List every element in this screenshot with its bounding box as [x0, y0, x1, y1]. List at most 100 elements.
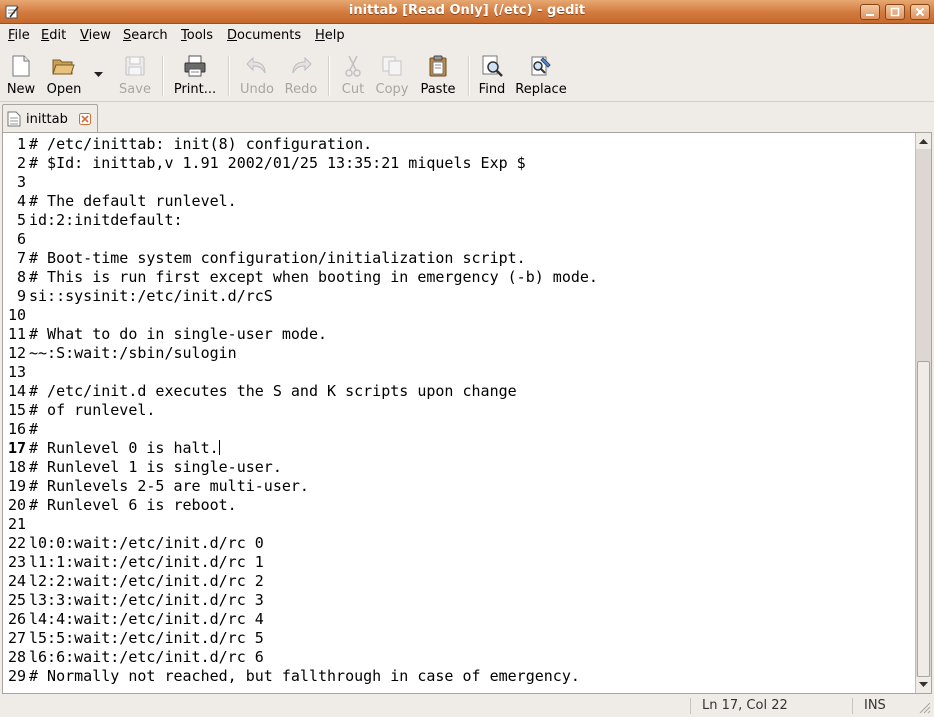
resize-grip-icon[interactable] — [918, 701, 931, 714]
code-line[interactable]: # The default runlevel. — [29, 192, 237, 211]
toolbar-separator — [162, 56, 164, 96]
maximize-button[interactable] — [885, 4, 905, 20]
find-button[interactable]: Find — [474, 52, 510, 100]
code-line[interactable]: # This is run first except when booting … — [29, 268, 598, 287]
code-line[interactable]: # $Id: inittab,v 1.91 2002/01/25 13:35:2… — [29, 154, 526, 173]
cut-label: Cut — [341, 82, 365, 97]
undo-button[interactable]: Undo — [236, 52, 278, 100]
text-cursor — [218, 440, 220, 455]
cut-button[interactable]: Cut — [336, 52, 370, 100]
save-label: Save — [119, 82, 151, 97]
redo-button[interactable]: Redo — [280, 52, 322, 100]
open-button[interactable]: Open — [42, 52, 86, 100]
line-number: 9 — [16, 287, 26, 305]
code-line[interactable]: l4:4:wait:/etc/init.d/rc 4 — [29, 610, 264, 629]
code-line[interactable]: l3:3:wait:/etc/init.d/rc 3 — [29, 591, 264, 610]
print-label: Print... — [173, 82, 217, 97]
scroll-down-button[interactable] — [916, 677, 931, 693]
code-line[interactable]: # Runlevel 0 is halt. — [29, 439, 220, 458]
line-number: 26 — [7, 610, 26, 628]
vertical-scrollbar[interactable] — [915, 133, 931, 693]
paste-button[interactable]: Paste — [416, 52, 460, 100]
line-number: 17 — [7, 439, 26, 457]
code-line[interactable]: ~~:S:wait:/sbin/sulogin — [29, 344, 237, 363]
copy-button[interactable]: Copy — [372, 52, 412, 100]
close-tab-button[interactable] — [79, 113, 91, 125]
code-line[interactable]: l2:2:wait:/etc/init.d/rc 2 — [29, 572, 264, 591]
insert-mode: INS — [864, 698, 886, 713]
code-line[interactable]: # Runlevels 2-5 are multi-user. — [29, 477, 309, 496]
menu-documents[interactable]: Documents — [227, 28, 301, 43]
code-line[interactable]: si::sysinit:/etc/init.d/rcS — [29, 287, 273, 306]
minimize-button[interactable] — [860, 4, 880, 20]
toolbar-separator — [468, 56, 470, 96]
line-number: 2 — [16, 154, 26, 172]
code-line[interactable]: l6:6:wait:/etc/init.d/rc 6 — [29, 648, 264, 667]
menu-search[interactable]: Search — [123, 28, 168, 43]
line-number: 6 — [16, 230, 26, 248]
dropdown-arrow-icon — [94, 72, 103, 77]
menu-file[interactable]: File — [8, 28, 30, 43]
code-line[interactable]: # Boot-time system configuration/initial… — [29, 249, 526, 268]
toolbar-separator — [228, 56, 230, 96]
menu-view[interactable]: View — [80, 28, 111, 43]
status-bar: Ln 17, Col 22 INS — [0, 694, 934, 717]
code-line[interactable]: # of runlevel. — [29, 401, 155, 420]
code-line[interactable]: l5:5:wait:/etc/init.d/rc 5 — [29, 629, 264, 648]
line-number: 25 — [7, 591, 26, 609]
line-number: 19 — [7, 477, 26, 495]
close-window-button[interactable] — [910, 4, 930, 20]
open-label: Open — [46, 82, 82, 97]
line-number: 28 — [7, 648, 26, 666]
scroll-up-button[interactable] — [916, 133, 931, 149]
code-line[interactable]: # /etc/init.d executes the S and K scrip… — [29, 382, 517, 401]
copy-icon — [382, 56, 402, 76]
code-line[interactable]: l0:0:wait:/etc/init.d/rc 0 — [29, 534, 264, 553]
line-number: 11 — [7, 325, 26, 343]
line-number: 7 — [16, 249, 26, 267]
menu-help[interactable]: Help — [315, 28, 345, 43]
gedit-window: inittab [Read Only] (/etc) - gedit File … — [0, 0, 934, 717]
menu-edit[interactable]: Edit — [41, 28, 66, 43]
line-number: 22 — [7, 534, 26, 552]
line-number: 20 — [7, 496, 26, 514]
line-number: 12 — [7, 344, 26, 362]
code-line[interactable]: id:2:initdefault: — [29, 211, 183, 230]
save-button[interactable]: Save — [115, 52, 155, 100]
editor-view[interactable]: 1 2 3 4 5 6 7 8 9 10 11 12 13 14 15 16 17 18 19 20 21 22 23 24 2… — [2, 132, 932, 694]
maximize-icon — [890, 7, 900, 17]
status-separator — [852, 698, 853, 714]
print-button[interactable]: Print... — [169, 52, 221, 100]
line-number: 4 — [16, 192, 26, 210]
new-label: New — [6, 82, 36, 97]
replace-button[interactable]: Replace — [514, 52, 568, 100]
line-number: 8 — [16, 268, 26, 286]
redo-label: Redo — [284, 82, 318, 97]
find-label: Find — [478, 82, 506, 97]
code-line[interactable]: # — [29, 420, 38, 439]
paste-label: Paste — [420, 82, 456, 97]
toolbar-separator — [328, 56, 330, 96]
code-line[interactable]: l1:1:wait:/etc/init.d/rc 1 — [29, 553, 264, 572]
code-line[interactable]: # What to do in single-user mode. — [29, 325, 327, 344]
undo-label: Undo — [240, 82, 274, 97]
line-number: 27 — [7, 629, 26, 647]
copy-label: Copy — [375, 82, 409, 97]
code-line[interactable]: # /etc/inittab: init(8) configuration. — [29, 135, 372, 154]
code-line[interactable]: # Normally not reached, but fallthrough … — [29, 667, 580, 686]
arrow-down-icon — [919, 682, 928, 687]
new-button[interactable]: New — [2, 52, 40, 100]
replace-label: Replace — [515, 82, 567, 97]
line-number: 23 — [7, 553, 26, 571]
code-line[interactable]: # Runlevel 1 is single-user. — [29, 458, 282, 477]
open-recent-dropdown[interactable] — [90, 52, 106, 100]
code-line[interactable]: # Runlevel 6 is reboot. — [29, 496, 237, 515]
window-title: inittab [Read Only] (/etc) - gedit — [348, 3, 586, 18]
tab-inittab[interactable]: inittab — [2, 104, 98, 132]
line-number: 5 — [16, 211, 26, 229]
text-area[interactable]: # /etc/inittab: init(8) configuration. # … — [29, 133, 917, 693]
scrollbar-thumb[interactable] — [917, 361, 930, 677]
menu-tools[interactable]: Tools — [181, 28, 213, 43]
title-bar[interactable]: inittab [Read Only] (/etc) - gedit — [0, 0, 934, 24]
tab-label: inittab — [26, 112, 68, 127]
